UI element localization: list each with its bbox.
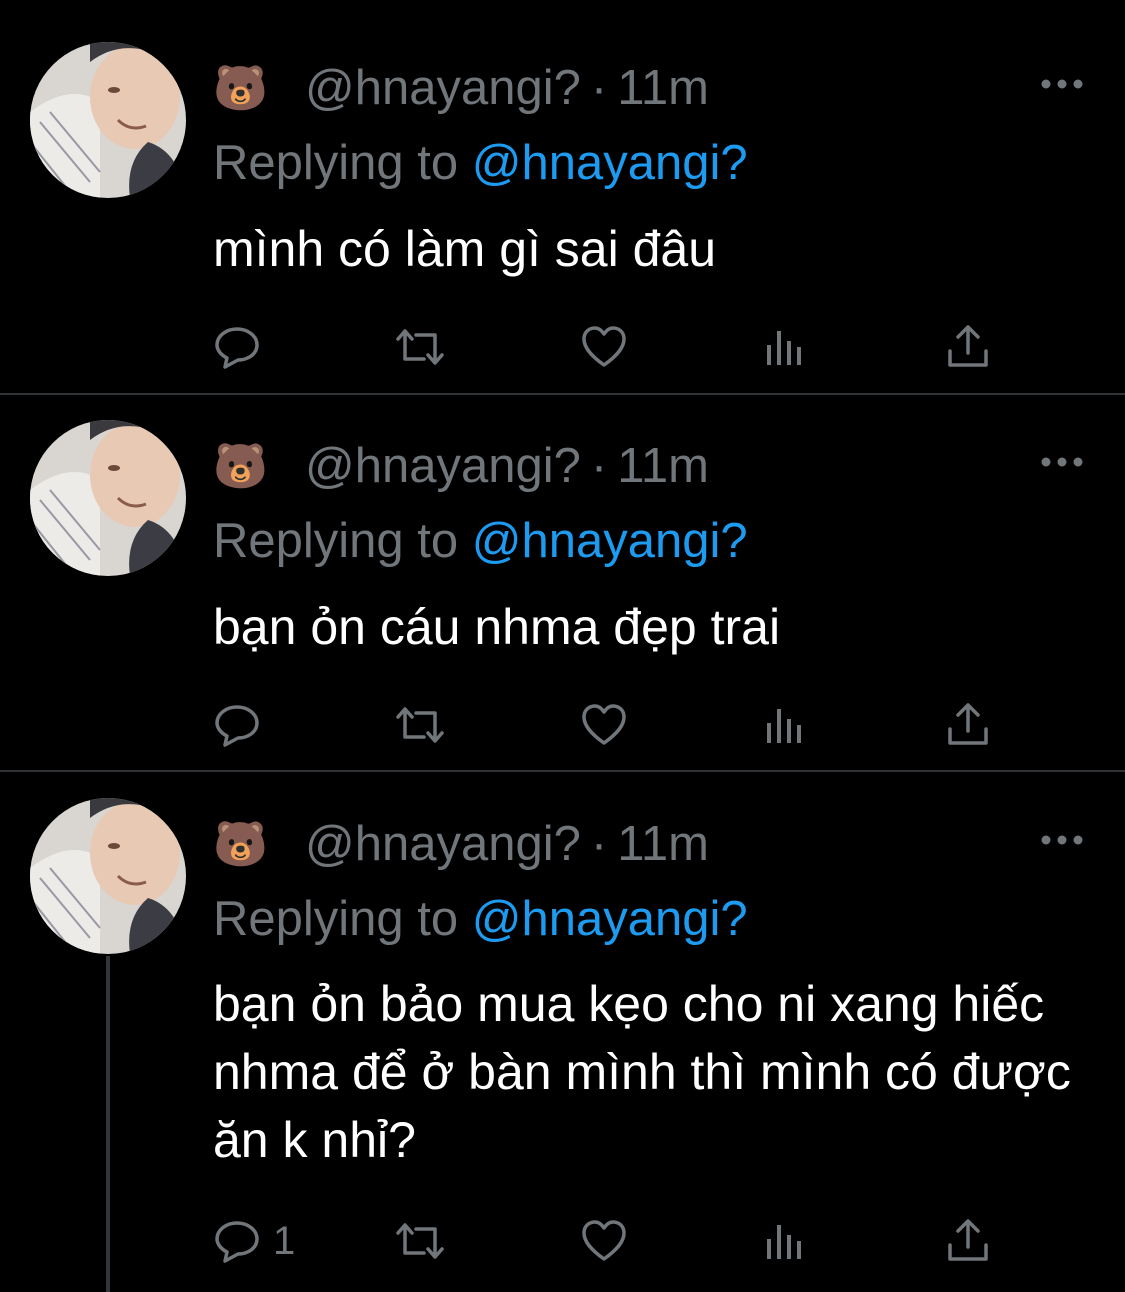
meta-separator: ·	[590, 817, 608, 871]
tweet-meta: @hnayangi? · 11m	[305, 60, 709, 116]
more-icon[interactable]	[1040, 76, 1084, 92]
reply-icon	[215, 1221, 259, 1263]
tweet[interactable]: 🐻 @hnayangi? · 11m Replying to @hnayangi? …	[0, 772, 1125, 1292]
share-button[interactable]	[944, 700, 992, 750]
views-button[interactable]	[764, 1216, 808, 1266]
retweet-button[interactable]	[392, 1216, 448, 1266]
author-handle[interactable]: @hnayangi?	[305, 817, 581, 871]
like-button[interactable]	[580, 1216, 628, 1266]
views-button[interactable]	[764, 700, 808, 750]
avatar[interactable]	[30, 420, 186, 576]
timestamp[interactable]: 11m	[617, 61, 709, 115]
more-icon[interactable]	[1040, 832, 1084, 848]
retweet-button[interactable]	[392, 700, 448, 750]
replying-to-mention[interactable]: @hnayangi?	[472, 892, 748, 946]
tweet-text: bạn ỏn bảo mua kẹo cho ni xang hiếc nhma…	[213, 976, 1071, 1168]
tweet-meta: @hnayangi? · 11m	[305, 816, 709, 872]
tweet-text: mình có làm gì sai đâu	[213, 221, 717, 277]
replying-to-label: Replying to	[213, 892, 459, 946]
tweet-actions: 1	[0, 1216, 1125, 1266]
share-icon	[948, 325, 988, 367]
like-icon	[582, 704, 626, 745]
replying-to: Replying to @hnayangi?	[213, 513, 748, 569]
author-handle[interactable]: @hnayangi?	[305, 439, 581, 493]
views-icon	[767, 331, 801, 365]
like-icon	[582, 326, 626, 367]
tweet[interactable]: 🐻 @hnayangi? · 11m Replying to @hnayangi? …	[0, 395, 1125, 770]
like-button[interactable]	[580, 322, 628, 372]
views-button[interactable]	[764, 322, 808, 372]
tweet-text: bạn ỏn cáu nhma đẹp trai	[213, 599, 781, 655]
meta-separator: ·	[590, 61, 608, 115]
share-button[interactable]	[944, 1216, 992, 1266]
author-handle[interactable]: @hnayangi?	[305, 61, 581, 115]
replying-to: Replying to @hnayangi?	[213, 135, 748, 191]
timestamp[interactable]: 11m	[617, 439, 709, 493]
views-icon	[767, 1225, 801, 1259]
retweet-icon	[396, 1223, 444, 1259]
more-icon[interactable]	[1040, 454, 1084, 470]
avatar[interactable]	[30, 42, 186, 198]
share-icon	[948, 703, 988, 745]
tweet-meta: @hnayangi? · 11m	[305, 438, 709, 494]
replying-to: Replying to @hnayangi?	[213, 891, 748, 947]
share-icon	[948, 1219, 988, 1261]
timestamp[interactable]: 11m	[617, 817, 709, 871]
reply-button[interactable]	[213, 322, 273, 372]
bear-emoji-icon: 🐻	[213, 63, 268, 114]
like-button[interactable]	[580, 700, 628, 750]
views-icon	[767, 709, 801, 743]
reply-button[interactable]: 1	[213, 1216, 295, 1266]
bear-emoji-icon: 🐻	[213, 819, 268, 870]
replying-to-mention[interactable]: @hnayangi?	[472, 136, 748, 190]
like-icon	[582, 1220, 626, 1261]
tweet-actions	[0, 700, 1125, 750]
avatar[interactable]	[30, 798, 186, 954]
tweet-actions	[0, 322, 1125, 372]
reply-icon	[215, 705, 259, 747]
meta-separator: ·	[590, 439, 608, 493]
retweet-icon	[396, 707, 444, 743]
retweet-icon	[396, 329, 444, 365]
replying-to-label: Replying to	[213, 514, 459, 568]
reply-button[interactable]	[213, 700, 273, 750]
bear-emoji-icon: 🐻	[213, 441, 268, 492]
retweet-button[interactable]	[392, 322, 448, 372]
reply-count: 1	[273, 1219, 296, 1263]
replying-to-mention[interactable]: @hnayangi?	[472, 514, 748, 568]
replying-to-label: Replying to	[213, 136, 459, 190]
share-button[interactable]	[944, 322, 992, 372]
reply-icon	[215, 327, 259, 369]
tweet[interactable]: 🐻 @hnayangi? · 11m Replying to @hnayangi? …	[0, 0, 1125, 393]
